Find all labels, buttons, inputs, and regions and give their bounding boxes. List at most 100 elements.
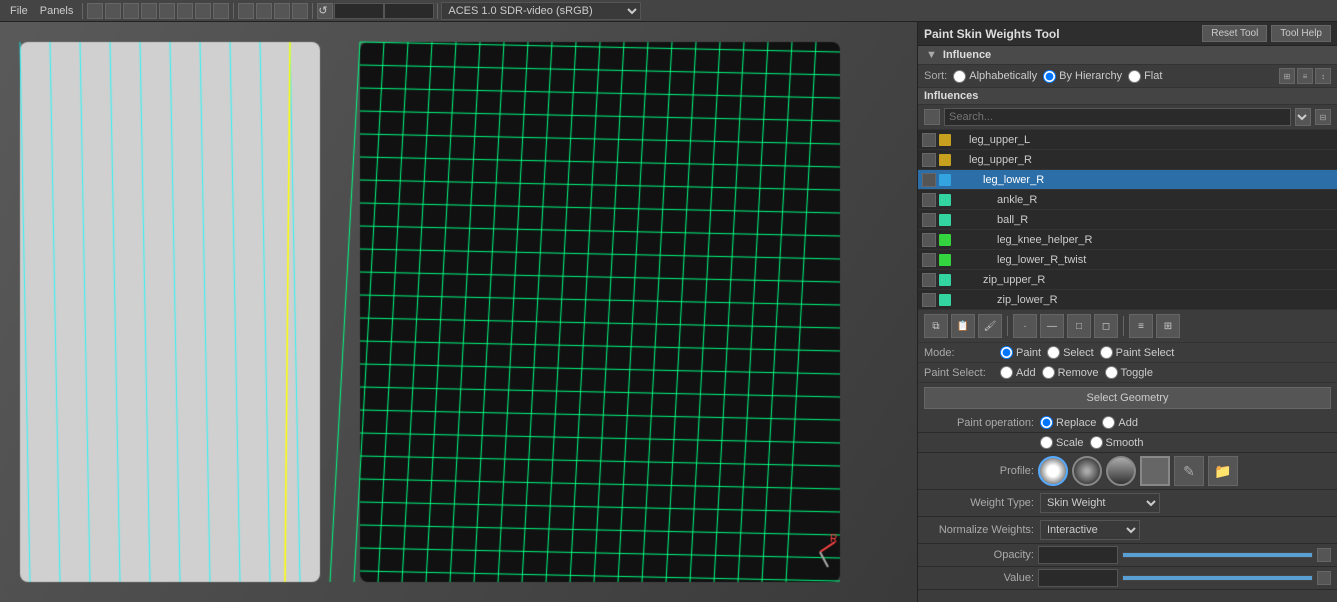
icon-transform5[interactable] <box>159 3 175 19</box>
value-slider-fill <box>1123 576 1312 580</box>
mode-paintselect-label: Paint Select <box>1116 347 1175 359</box>
transform-x-input[interactable]: 0.00 <box>334 3 384 19</box>
tool-edge-btn[interactable]: — <box>1040 314 1064 338</box>
icon-snap3[interactable] <box>274 3 290 19</box>
icon-refresh[interactable]: ↺ <box>317 3 333 19</box>
ps-remove-option[interactable]: Remove <box>1042 366 1099 379</box>
value-slider-end[interactable] <box>1317 571 1331 585</box>
renderer-select[interactable]: ACES 1.0 SDR-video (sRGB) <box>441 2 641 20</box>
op-add-radio[interactable] <box>1102 416 1115 429</box>
influence-list-item[interactable]: leg_lower_R <box>918 170 1337 190</box>
mode-paintselect-option[interactable]: Paint Select <box>1100 346 1175 359</box>
sort-flat-option[interactable]: Flat <box>1128 70 1162 83</box>
icon-transform3[interactable] <box>123 3 139 19</box>
sort-row: Sort: Alphabetically By Hierarchy Flat ⊞… <box>918 65 1337 88</box>
select-geometry-button[interactable]: Select Geometry <box>924 387 1331 409</box>
opacity-value[interactable]: 1.0000 <box>1038 546 1118 564</box>
sort-byhierarchy-radio[interactable] <box>1043 70 1056 83</box>
profile-edit-btn[interactable]: ✎ <box>1174 456 1204 486</box>
icon-transform1[interactable] <box>87 3 103 19</box>
search-dropdown[interactable] <box>1295 108 1311 126</box>
influence-list-item[interactable]: ankle_R <box>918 190 1337 210</box>
panel-header: Paint Skin Weights Tool Reset Tool Tool … <box>918 22 1337 46</box>
profile-btn-square[interactable] <box>1140 456 1170 486</box>
op-replace-option[interactable]: Replace <box>1040 416 1096 429</box>
ps-toggle-option[interactable]: Toggle <box>1105 366 1153 379</box>
op-add-option[interactable]: Add <box>1102 416 1138 429</box>
search-filter-icon[interactable] <box>924 109 940 125</box>
sort-alphabetically-option[interactable]: Alphabetically <box>953 70 1037 83</box>
icon-snap4[interactable] <box>292 3 308 19</box>
weight-type-select[interactable]: Skin Weight <box>1040 493 1160 513</box>
mode-paint-option[interactable]: Paint <box>1000 346 1041 359</box>
icon-transform2[interactable] <box>105 3 121 19</box>
normalize-select[interactable]: Interactive <box>1040 520 1140 540</box>
tool-grid-btn[interactable]: ⊞ <box>1156 314 1180 338</box>
sort-alphabetically-radio[interactable] <box>953 70 966 83</box>
mode-select-radio[interactable] <box>1047 346 1060 359</box>
influence-section-title: Influence <box>943 49 991 61</box>
profile-btn-1[interactable] <box>1038 456 1068 486</box>
profile-label: Profile: <box>924 465 1034 477</box>
influence-section-header[interactable]: ▼ Influence <box>918 46 1337 65</box>
tool-face-btn[interactable]: □ <box>1067 314 1091 338</box>
op-smooth-option[interactable]: Smooth <box>1090 436 1144 449</box>
tool-obj-btn[interactable]: ◻ <box>1094 314 1118 338</box>
sort-icon-2[interactable]: ≡ <box>1297 68 1313 84</box>
tool-paint-btn[interactable]: 🖌 <box>978 314 1002 338</box>
influence-list-item[interactable]: zip_upper_R <box>918 270 1337 290</box>
influence-list-item[interactable]: leg_knee_helper_R <box>918 230 1337 250</box>
opacity-slider-end[interactable] <box>1317 548 1331 562</box>
influence-item-name: leg_upper_R <box>955 154 1032 166</box>
viewport-3d[interactable] <box>0 22 917 602</box>
profile-btn-2[interactable] <box>1072 456 1102 486</box>
tool-list-btn[interactable]: ≡ <box>1129 314 1153 338</box>
search-input[interactable] <box>944 108 1291 126</box>
icon-transform8[interactable] <box>213 3 229 19</box>
reset-tool-button[interactable]: Reset Tool <box>1202 25 1267 42</box>
influence-list-item[interactable]: leg_upper_L <box>918 130 1337 150</box>
tool-help-button[interactable]: Tool Help <box>1271 25 1331 42</box>
value-input[interactable]: 1.0000 <box>1038 569 1118 587</box>
lock-icon <box>922 293 936 307</box>
influence-item-name: leg_knee_helper_R <box>955 234 1092 246</box>
list-view-icon[interactable]: ⊟ <box>1315 109 1331 125</box>
lock-icon <box>922 233 936 247</box>
op-smooth-radio[interactable] <box>1090 436 1103 449</box>
mode-paintselect-radio[interactable] <box>1100 346 1113 359</box>
tool-copy-btn[interactable]: ⧉ <box>924 314 948 338</box>
influence-list-item[interactable]: ball_R <box>918 210 1337 230</box>
op-replace-radio[interactable] <box>1040 416 1053 429</box>
tool-vertex-btn[interactable]: · <box>1013 314 1037 338</box>
menu-file[interactable]: File <box>4 5 34 17</box>
ps-add-radio[interactable] <box>1000 366 1013 379</box>
icon-snap1[interactable] <box>238 3 254 19</box>
op-scale-radio[interactable] <box>1040 436 1053 449</box>
profile-btn-3[interactable] <box>1106 456 1136 486</box>
sort-icon-1[interactable]: ⊞ <box>1279 68 1295 84</box>
mode-select-option[interactable]: Select <box>1047 346 1094 359</box>
profile-row: Profile: ✎ 📁 <box>918 453 1337 490</box>
icon-transform7[interactable] <box>195 3 211 19</box>
tool-paste-btn[interactable]: 📋 <box>951 314 975 338</box>
opacity-slider-track[interactable] <box>1122 552 1313 558</box>
ps-toggle-radio[interactable] <box>1105 366 1118 379</box>
sort-byhierarchy-option[interactable]: By Hierarchy <box>1043 70 1122 83</box>
profile-folder-btn[interactable]: 📁 <box>1208 456 1238 486</box>
sort-flat-radio[interactable] <box>1128 70 1141 83</box>
weight-type-row: Weight Type: Skin Weight <box>918 490 1337 517</box>
influence-list-item[interactable]: leg_upper_R <box>918 150 1337 170</box>
ps-remove-radio[interactable] <box>1042 366 1055 379</box>
value-slider-track[interactable] <box>1122 575 1313 581</box>
icon-transform6[interactable] <box>177 3 193 19</box>
icon-transform4[interactable] <box>141 3 157 19</box>
op-scale-option[interactable]: Scale <box>1040 436 1084 449</box>
icon-snap2[interactable] <box>256 3 272 19</box>
sort-icon-3[interactable]: ↕ <box>1315 68 1331 84</box>
influence-list-item[interactable]: leg_lower_R_twist <box>918 250 1337 270</box>
mode-paint-radio[interactable] <box>1000 346 1013 359</box>
menu-panels[interactable]: Panels <box>34 5 80 17</box>
transform-y-input[interactable]: 1.00 <box>384 3 434 19</box>
influence-list-item[interactable]: zip_lower_R <box>918 290 1337 310</box>
ps-add-option[interactable]: Add <box>1000 366 1036 379</box>
